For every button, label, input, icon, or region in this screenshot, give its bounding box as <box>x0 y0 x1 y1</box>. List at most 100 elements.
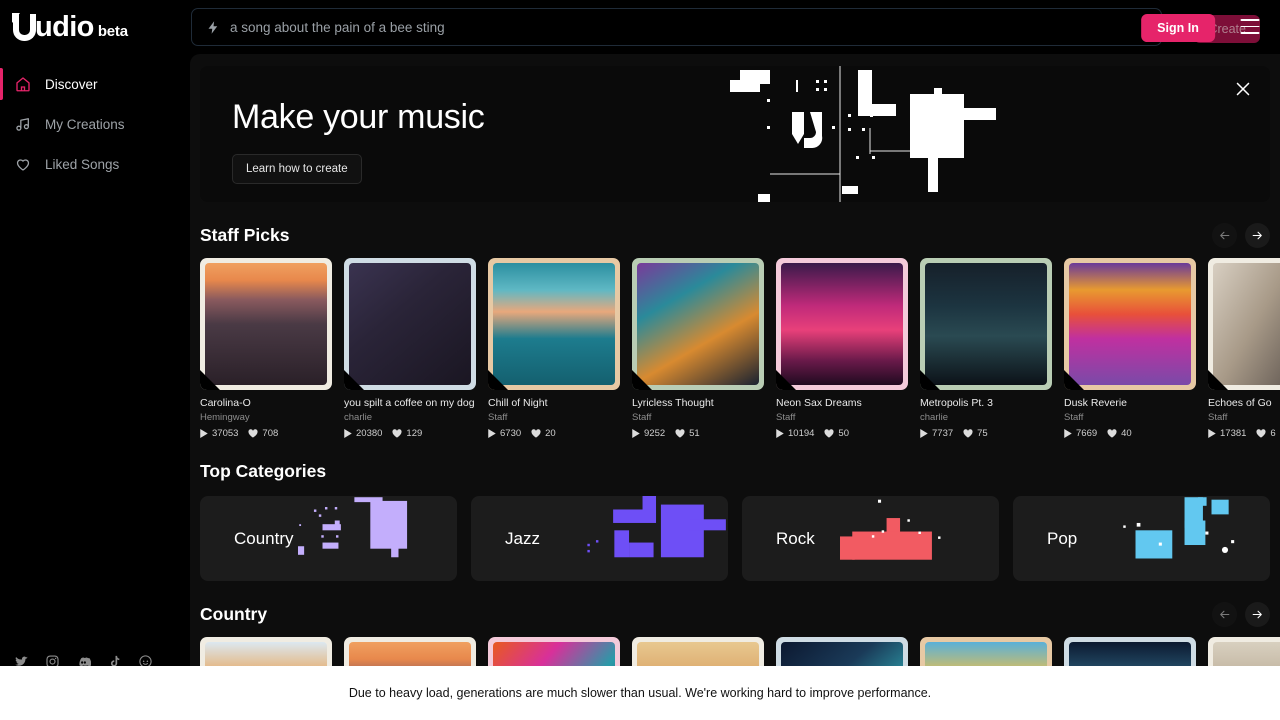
play-count: 9252 <box>632 428 665 438</box>
song-title: Lyricless Thought <box>632 397 714 409</box>
song-card[interactable] <box>1064 637 1196 666</box>
sidebar-item-liked-songs[interactable]: Liked Songs <box>0 144 190 184</box>
song-card[interactable]: Dusk Reverie Staff 7669 40 <box>1064 258 1196 438</box>
prompt-search-bar[interactable] <box>191 8 1162 46</box>
song-title: Dusk Reverie <box>1064 397 1128 409</box>
song-artist: Staff <box>1208 412 1228 423</box>
sidebar-item-label: Liked Songs <box>45 156 120 172</box>
song-artwork[interactable] <box>344 258 476 390</box>
category-card-country[interactable]: Country <box>200 496 457 581</box>
main-content: Make your music Learn how to create Staf… <box>190 54 1280 666</box>
like-count: 40 <box>1107 428 1132 438</box>
song-card[interactable]: Metropolis Pt. 3 charlie 7737 75 <box>920 258 1052 438</box>
like-count: 51 <box>675 428 700 438</box>
song-artwork[interactable] <box>776 258 908 390</box>
category-card-pop[interactable]: Pop <box>1013 496 1270 581</box>
sidebar-item-label: Discover <box>45 76 98 92</box>
hamburger-menu-icon[interactable] <box>1240 19 1260 34</box>
sidebar-item-discover[interactable]: Discover <box>0 64 190 104</box>
carousel-next-button[interactable] <box>1245 601 1270 627</box>
song-artwork[interactable] <box>488 258 620 390</box>
song-artwork[interactable] <box>632 258 764 390</box>
category-card-rock[interactable]: Rock <box>742 496 999 581</box>
play-count: 37053 <box>200 428 238 438</box>
song-artwork[interactable] <box>920 637 1052 666</box>
category-art <box>1122 497 1234 559</box>
song-stats: 20380 129 <box>344 428 476 438</box>
song-card[interactable] <box>488 637 620 666</box>
song-card[interactable] <box>1208 637 1280 666</box>
song-title: Chill of Night <box>488 397 548 409</box>
country-section-header: Country <box>190 599 1280 629</box>
card-corner-fold <box>1064 370 1084 390</box>
song-card[interactable]: you spilt a coffee on my dog charlie 20380… <box>344 258 476 438</box>
category-label: Rock <box>776 528 815 548</box>
song-title: Neon Sax Dreams <box>776 397 862 409</box>
close-icon[interactable] <box>1232 78 1254 100</box>
song-artwork[interactable] <box>200 258 332 390</box>
song-title: Carolina-O <box>200 397 251 409</box>
song-artwork[interactable] <box>920 258 1052 390</box>
learn-how-to-create-button[interactable]: Learn how to create <box>232 154 362 184</box>
carousel-prev-button[interactable] <box>1212 222 1237 248</box>
play-count: 17381 <box>1208 428 1246 438</box>
heart-icon <box>1107 429 1117 438</box>
card-corner-fold <box>632 370 652 390</box>
song-artist: charlie <box>920 412 948 423</box>
song-artwork[interactable] <box>1208 258 1280 390</box>
song-title: you spilt a coffee on my dog <box>344 397 475 409</box>
song-title: Echoes of Go <box>1208 397 1272 409</box>
category-card-jazz[interactable]: Jazz <box>471 496 728 581</box>
song-card[interactable]: Lyricless Thought Staff 9252 51 <box>632 258 764 438</box>
brand-logo[interactable]: udio beta <box>0 0 190 54</box>
song-artwork[interactable] <box>1208 637 1280 666</box>
music-note-icon <box>16 118 29 131</box>
song-card[interactable]: Chill of Night Staff 6730 20 <box>488 258 620 438</box>
like-count: 50 <box>824 428 849 438</box>
song-artist: Hemingway <box>200 412 250 423</box>
song-artwork[interactable] <box>488 637 620 666</box>
play-count: 20380 <box>344 428 382 438</box>
sidebar-item-my-creations[interactable]: My Creations <box>0 104 190 144</box>
home-icon <box>16 77 30 92</box>
song-card[interactable] <box>200 637 332 666</box>
carousel-controls <box>1212 222 1270 248</box>
song-artwork[interactable] <box>1064 258 1196 390</box>
song-artist: Staff <box>1064 412 1084 423</box>
staff-picks-header: Staff Picks <box>190 220 1280 250</box>
sign-in-button[interactable]: Sign In <box>1141 14 1215 42</box>
song-card[interactable]: Echoes of Go Staff 17381 6 <box>1208 258 1280 438</box>
song-stats: 37053 708 <box>200 428 332 438</box>
search-input[interactable] <box>230 19 1147 35</box>
play-icon <box>1064 429 1072 438</box>
carousel-prev-button[interactable] <box>1212 601 1237 627</box>
song-artwork[interactable] <box>344 637 476 666</box>
top-categories-header: Top Categories <box>190 456 1280 486</box>
category-art <box>839 499 941 560</box>
logo-u-mark <box>12 12 36 41</box>
like-count: 129 <box>392 428 422 438</box>
song-artwork[interactable] <box>632 637 764 666</box>
card-corner-fold <box>776 370 796 390</box>
song-card[interactable] <box>776 637 908 666</box>
song-card[interactable]: Neon Sax Dreams Staff 10194 50 <box>776 258 908 438</box>
song-card[interactable] <box>344 637 476 666</box>
song-card[interactable]: Carolina-O Hemingway 37053 708 <box>200 258 332 438</box>
song-card[interactable] <box>632 637 764 666</box>
song-artwork[interactable] <box>776 637 908 666</box>
carousel-next-button[interactable] <box>1245 222 1270 248</box>
hero-title: Make your music <box>232 98 485 136</box>
like-count: 20 <box>531 428 556 438</box>
song-card[interactable] <box>920 637 1052 666</box>
status-bar: Due to heavy load, generations are much … <box>0 666 1280 720</box>
play-icon <box>1208 429 1216 438</box>
heart-icon <box>392 429 402 438</box>
song-artwork[interactable] <box>200 637 332 666</box>
section-title: Country <box>200 603 268 624</box>
song-artwork[interactable] <box>1064 637 1196 666</box>
song-artist: Staff <box>776 412 796 423</box>
category-art <box>587 496 726 558</box>
card-corner-fold <box>1208 370 1228 390</box>
category-label: Country <box>234 528 294 548</box>
play-count: 10194 <box>776 428 814 438</box>
